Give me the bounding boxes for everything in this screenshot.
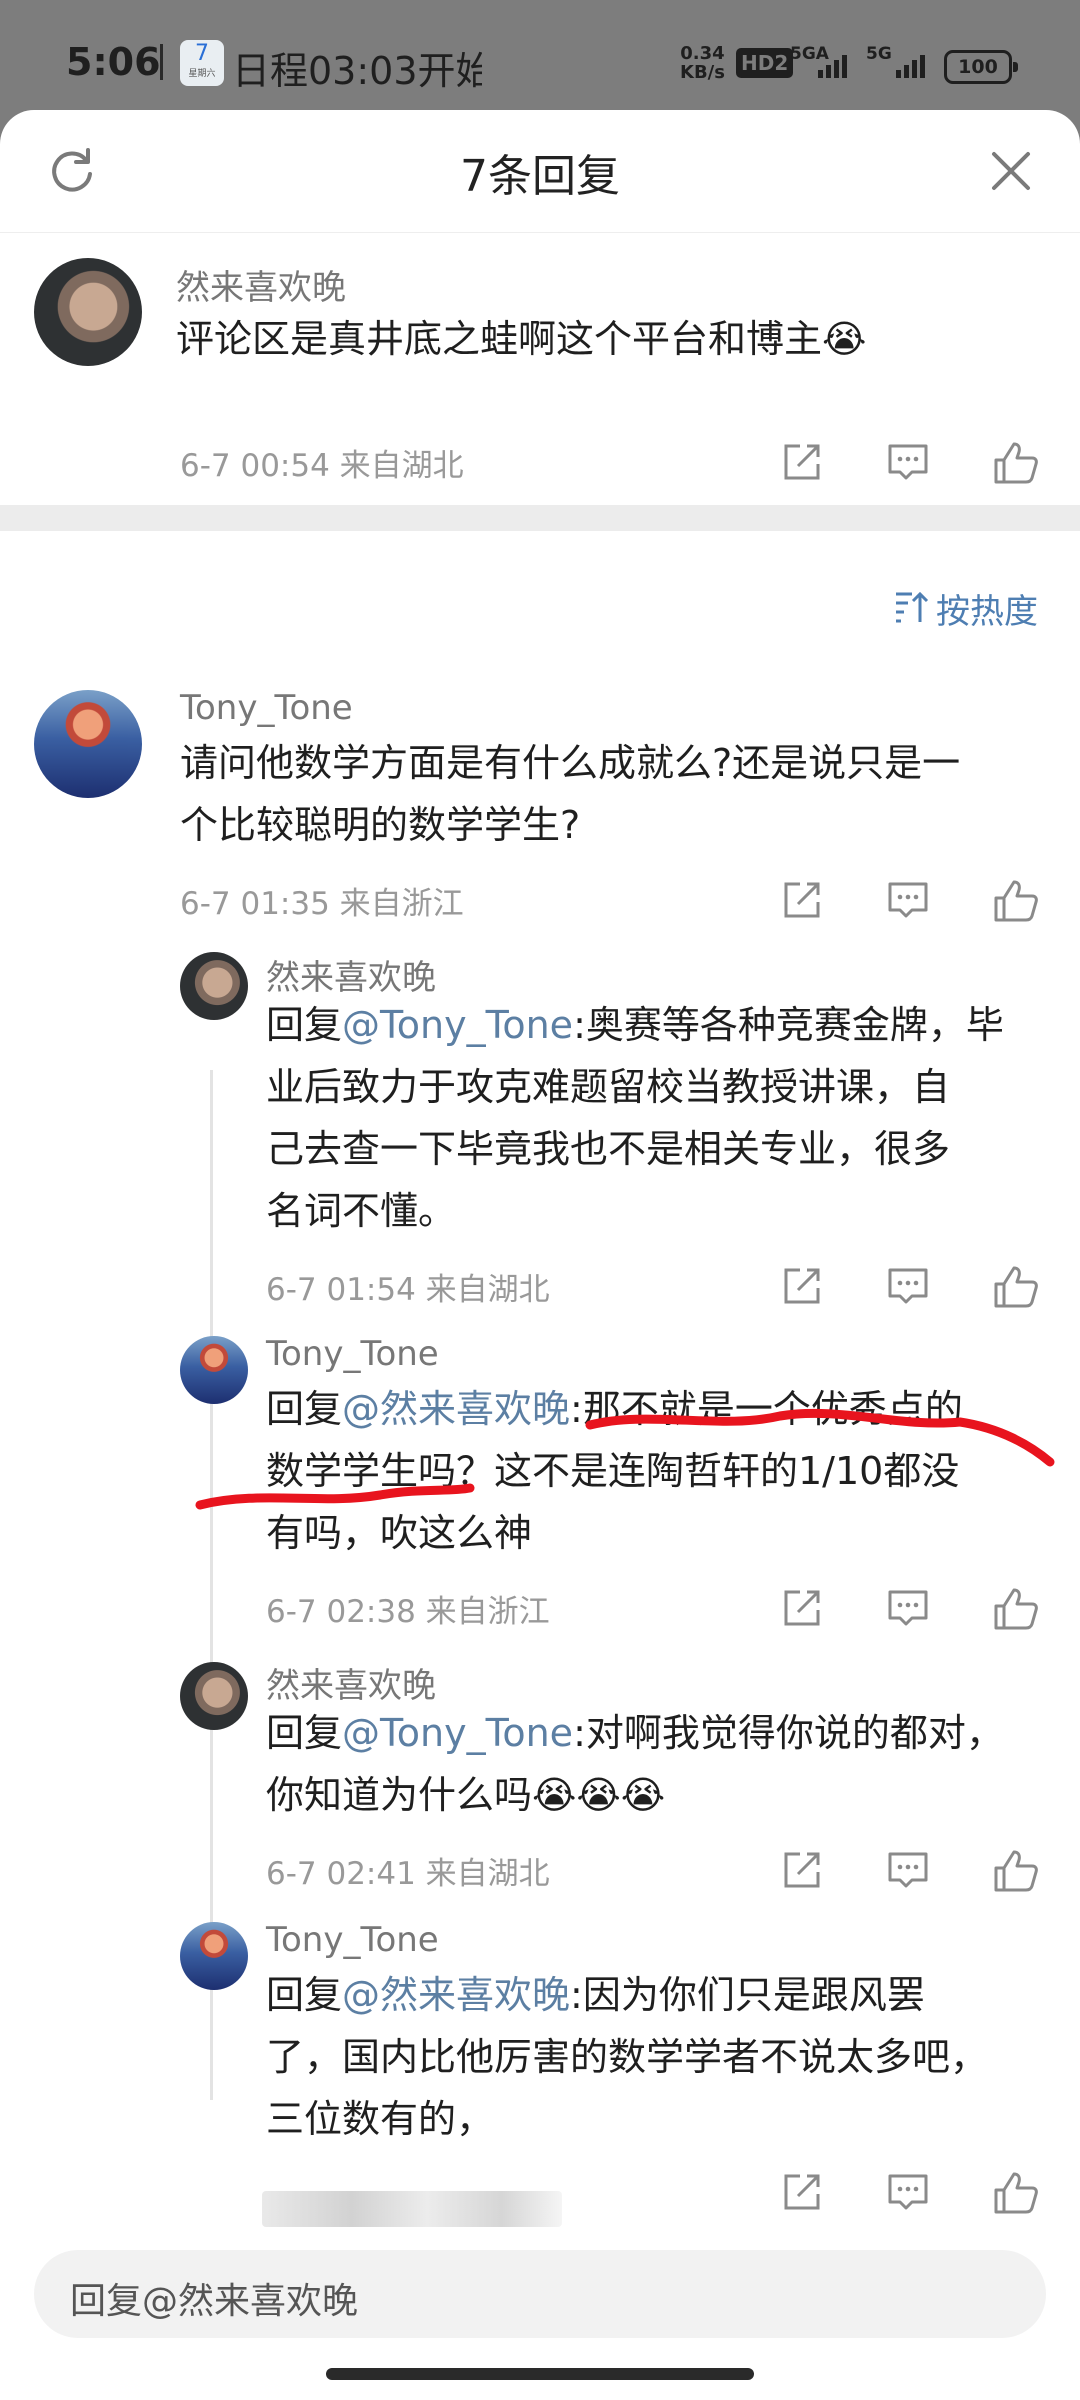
- calendar-day: 7: [195, 41, 209, 66]
- reply-input[interactable]: 回复@然来喜欢晚: [34, 2250, 1046, 2338]
- calendar-icon: 7 星期六: [180, 40, 224, 86]
- reply-input-placeholder: 回复@然来喜欢晚: [70, 2281, 359, 2322]
- status-time: 5:06: [66, 40, 161, 84]
- net-speed: 0.34 KB/s: [680, 44, 725, 82]
- red-underline-annotation: [195, 1408, 1055, 1510]
- hd-voice-icon: HD2: [736, 48, 794, 78]
- signal-label-2: 5G: [866, 44, 892, 64]
- signal-bars-1-icon: [818, 52, 847, 78]
- notification-text: 日程03:03开始: [232, 49, 482, 93]
- net-speed-unit: KB/s: [680, 62, 725, 83]
- replies-sheet: 7条回复 然来喜欢晚 评论区是真井底之蛙啊这个平台和博主😭 6-7 00:54 …: [0, 110, 1080, 2400]
- signal-bars-2-icon: [896, 52, 925, 78]
- battery-icon: 100: [944, 50, 1018, 84]
- net-speed-value: 0.34: [680, 43, 725, 64]
- home-indicator[interactable]: [326, 2368, 754, 2380]
- status-bar: 5:06 7 星期六 日程03:03开始 0.34 KB/s HD2 5GA 5…: [0, 0, 1080, 120]
- calendar-weekday: 星期六: [188, 69, 216, 79]
- status-separator: [160, 44, 163, 80]
